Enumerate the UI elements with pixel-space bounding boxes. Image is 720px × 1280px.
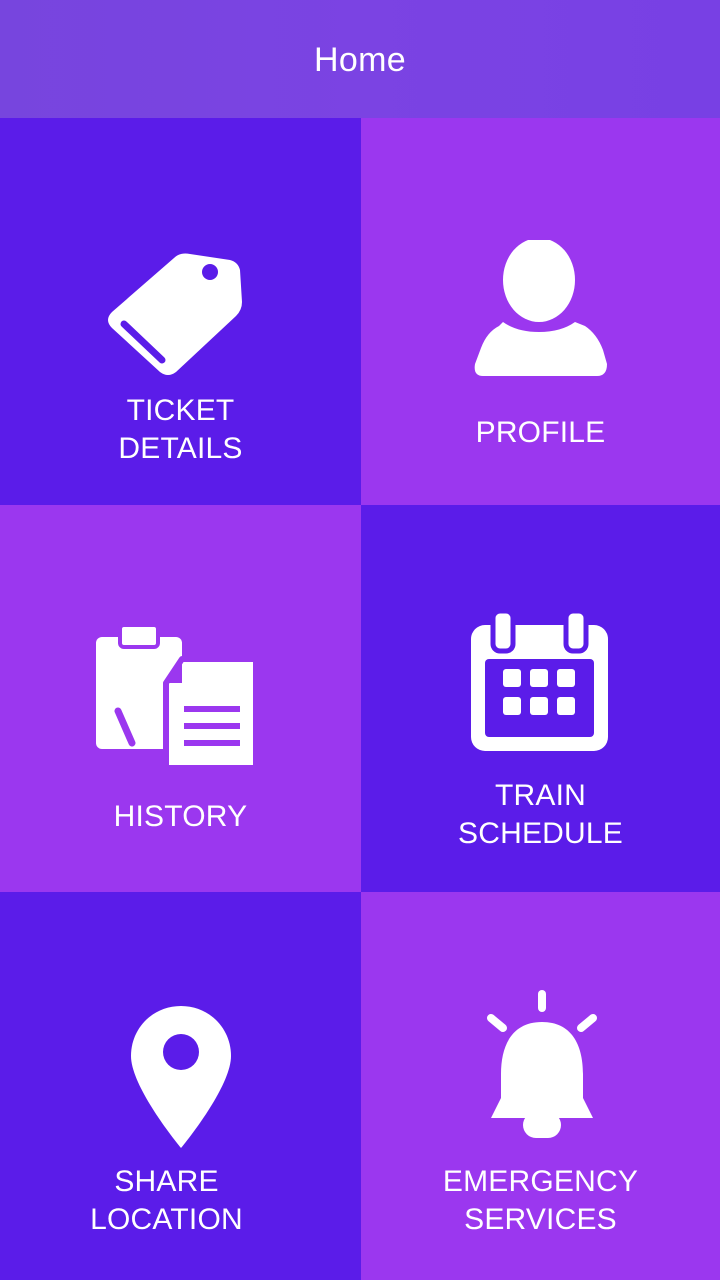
history-tile[interactable]: HISTORY [0,505,361,892]
tile-label: SHARE LOCATION [90,1165,243,1236]
alarm-bell-icon [485,990,601,1140]
ticket-tag-icon [104,240,244,378]
user-profile-icon [473,240,607,376]
tile-label: PROFILE [475,416,606,449]
map-pin-icon [131,1006,231,1148]
profile-tile[interactable]: PROFILE [361,118,720,505]
share-location-tile[interactable]: SHARE LOCATION [0,892,361,1280]
tile-label: EMERGENCY SERVICES [442,1165,639,1236]
tile-label: TICKET DETAILS [118,394,243,465]
ticket-details-tile[interactable]: TICKET DETAILS [0,118,361,505]
clipboard-documents-icon [96,623,258,768]
emergency-services-tile[interactable]: EMERGENCY SERVICES [361,892,720,1280]
app-header: Home [0,0,720,118]
tile-label: HISTORY [113,800,248,833]
train-schedule-tile[interactable]: TRAIN SCHEDULE [361,505,720,892]
page-title: Home [314,40,406,79]
tile-label: TRAIN SCHEDULE [458,779,623,850]
calendar-icon [471,611,608,751]
home-menu-grid: TICKET DETAILS PROFILE HISTORY TRAIN SCH… [0,118,720,1280]
